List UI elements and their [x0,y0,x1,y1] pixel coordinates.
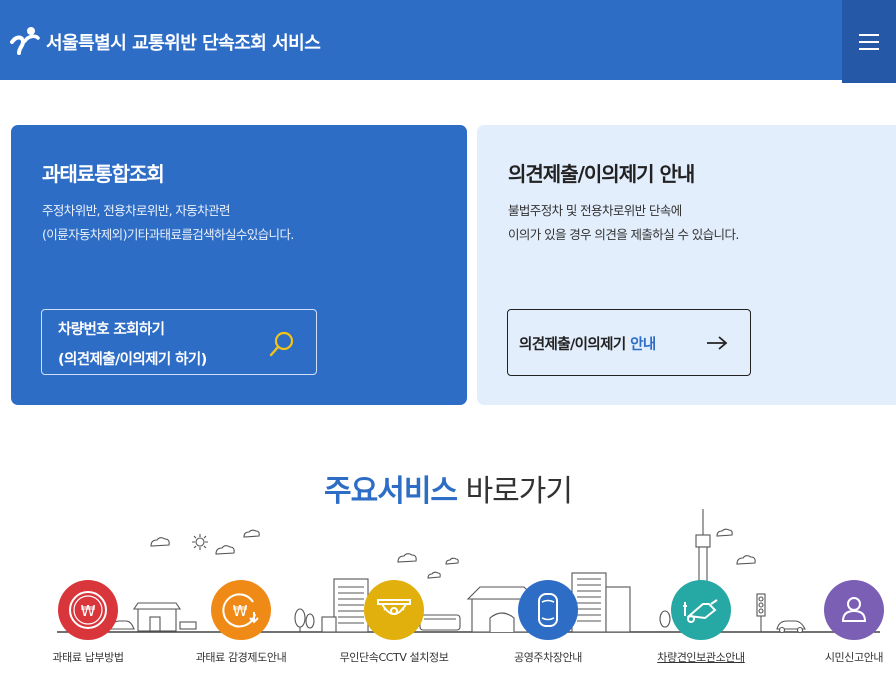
service-towing-storage[interactable] [671,580,731,640]
main-services-heading: 주요서비스 바로가기 [0,466,896,510]
cctv-icon [377,599,411,615]
service-label-towing-storage[interactable]: 차량견인보관소안내 [657,649,745,665]
fine-lookup-title: 과태료통합조회 [42,162,165,186]
service-label-cctv-info[interactable]: 무인단속CCTV 설치정보 [340,649,449,665]
site-header: 서울특별시 교통위반 단속조회 서비스 [0,0,896,83]
menu-button[interactable] [842,0,896,83]
objection-desc-line1: 불법주정차 및 전용차로위반 단속에 [508,203,682,218]
seoul-logo-icon[interactable] [10,26,40,56]
objection-button-text: 의견제출/이의제기 [519,337,626,353]
objection-guide-button-label: 의견제출/이의제기 안내 [519,333,656,354]
service-label-citizen-report[interactable]: 시민신고안내 [825,649,884,665]
site-title[interactable]: 서울특별시 교통위반 단속조회 서비스 [46,29,321,55]
objection-guide-title: 의견제출/이의제기 안내 [508,162,695,186]
service-fine-reduction[interactable]: ₩ [211,580,271,640]
fine-lookup-card: 과태료통합조회 주정차위반, 전용차로위반, 자동차관련 (이륜자동차제외)기타… [11,125,467,405]
svg-text:₩: ₩ [233,602,248,620]
fine-lookup-desc-line1: 주정차위반, 전용차로위반, 자동차관련 [42,203,231,218]
person-icon [841,597,867,622]
heading-strong: 주요서비스 [324,474,458,509]
service-public-parking[interactable] [518,580,578,640]
service-cctv-info[interactable] [364,580,424,640]
car-top-icon [538,593,558,627]
service-label-fine-payment[interactable]: 과태료 납부방법 [52,649,124,665]
service-citizen-report[interactable] [824,580,884,640]
won-discount-icon: ₩ [222,593,259,628]
heading-light: 바로가기 [465,474,573,509]
tow-car-icon [683,599,718,623]
objection-guide-button[interactable]: 의견제출/이의제기 안내 [507,309,751,376]
fine-lookup-description: 주정차위반, 전용차로위반, 자동차관련 (이륜자동차제외)기타과태료를검색하실… [42,199,294,247]
hamburger-icon [859,33,879,50]
objection-button-accent: 안내 [630,337,656,353]
service-label-fine-reduction[interactable]: 과태료 감경제도안내 [196,649,287,665]
service-fine-payment[interactable]: ₩ [58,580,118,640]
objection-desc-line2: 이의가 있을 경우 의견을 제출하실 수 있습니다. [508,227,739,242]
objection-guide-description: 불법주정차 및 전용차로위반 단속에 이의가 있을 경우 의견을 제출하실 수 … [508,199,739,247]
city-skyline-illustration [57,509,880,634]
svg-text:₩: ₩ [81,602,96,620]
search-button-label: 차량번호 조회하기 [58,322,165,338]
search-icon [269,331,294,357]
service-label-public-parking[interactable]: 공영주차장안내 [514,649,582,665]
fine-lookup-desc-line2: (이륜자동차제외)기타과태료를검색하실수있습니다. [42,227,294,242]
won-coin-icon: ₩ [69,591,107,629]
objection-guide-card: 의견제출/이의제기 안내 불법주정차 및 전용차로위반 단속에 이의가 있을 경… [477,125,896,405]
vehicle-number-search-button[interactable]: 차량번호 조회하기 (의견제출/이의제기 하기) [41,309,317,375]
arrow-right-icon [707,336,728,350]
search-button-sublabel: (의견제출/이의제기 하기) [58,352,207,368]
